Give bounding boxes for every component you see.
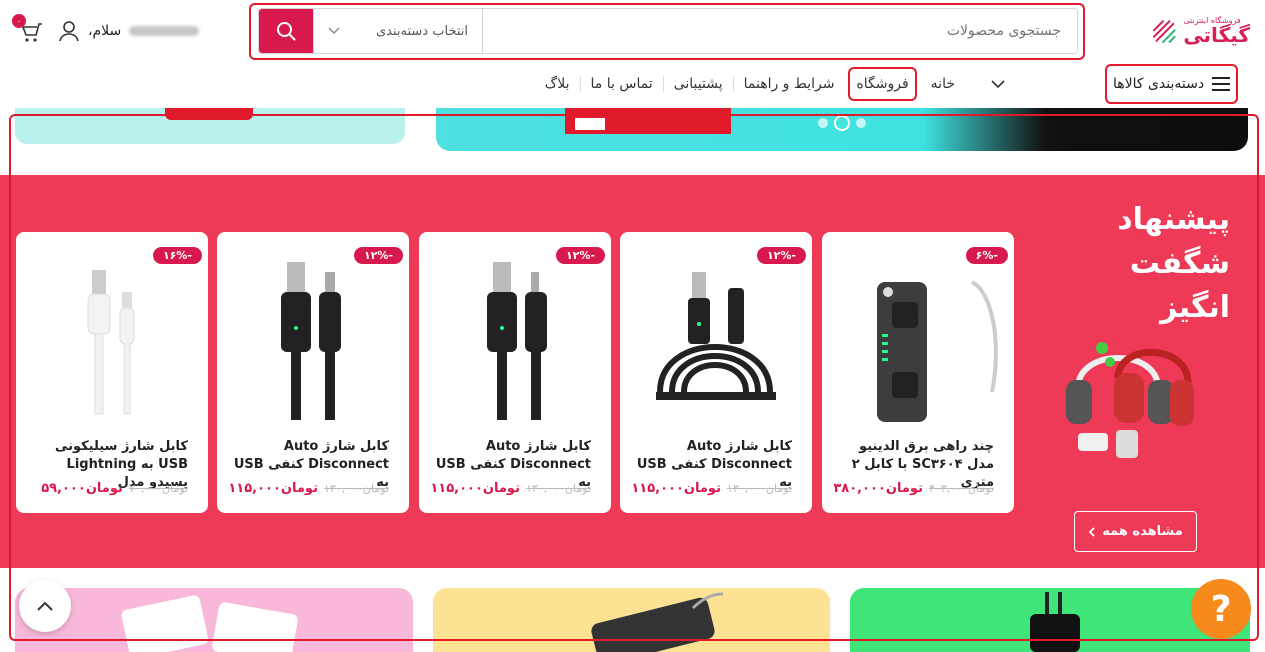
category-select-label: انتخاب دسته‌بندی: [376, 23, 468, 39]
promo-banner-pink[interactable]: [15, 588, 413, 652]
promo-banner-yellow[interactable]: [433, 588, 830, 652]
power-strip-image: [877, 280, 998, 422]
slider-dot-active[interactable]: [834, 115, 850, 131]
new-price: تومان۱۱۵,۰۰۰: [631, 481, 721, 496]
question-icon: ?: [1210, 588, 1232, 630]
cable-image: [281, 262, 341, 420]
slider-dot[interactable]: [818, 118, 828, 128]
search-bar: انتخاب دسته‌بندی: [258, 8, 1078, 54]
search-button[interactable]: [259, 9, 313, 53]
amazing-title-line: شگفت: [1129, 246, 1230, 281]
slider-dot[interactable]: [856, 118, 866, 128]
product-card[interactable]: -۱۲% کابل شارژ Auto Disconnect کنفی USB …: [620, 232, 812, 513]
chevron-up-icon: [37, 601, 53, 611]
menu-icon: [1212, 77, 1231, 91]
nav-shop[interactable]: فروشگاه: [848, 67, 917, 101]
cable-image: [87, 270, 135, 415]
nav-home[interactable]: خانه: [921, 76, 965, 92]
nav-contact[interactable]: تماس با ما: [581, 76, 663, 92]
logo-icon: [1152, 20, 1176, 44]
nav-blog[interactable]: بلاگ: [535, 76, 580, 92]
categories-menu-button[interactable]: دسته‌بندی کالاها: [1105, 64, 1238, 104]
site-logo[interactable]: فروشگاه اینترنتی گیگاتی: [1150, 8, 1250, 54]
cable-image: [656, 272, 776, 400]
charger-image: [1030, 592, 1080, 652]
nav-divider: [579, 76, 581, 92]
cart-count-badge: ۰: [12, 14, 26, 28]
user-icon: [59, 21, 79, 42]
old-price: تومان۱۳۰,۰۰۰: [525, 482, 591, 495]
nav-support[interactable]: پشتیبانی: [664, 76, 733, 92]
product-price: تومان۷۰,۰۰۰ تومان۵۹,۰۰۰: [41, 481, 188, 496]
product-price: تومان۴۰۳,۰۰۰ تومان۳۸۰,۰۰۰: [833, 481, 994, 496]
category-select[interactable]: انتخاب دسته‌بندی: [313, 9, 483, 53]
new-price: تومان۱۱۵,۰۰۰: [430, 481, 520, 496]
product-price: تومان۱۳۰,۰۰۰ تومان۱۱۵,۰۰۰: [228, 481, 389, 496]
categories-label: دسته‌بندی کالاها: [1112, 76, 1205, 92]
cable-image: [487, 262, 547, 420]
product-price: تومان۱۳۰,۰۰۰ تومان۱۱۵,۰۰۰: [631, 481, 792, 496]
amazing-title-line: پیشنهاد: [1117, 202, 1230, 237]
old-price: تومان۱۳۰,۰۰۰: [323, 482, 389, 495]
amazing-offers-title: پیشنهاد شگفت انگیز: [1090, 198, 1230, 330]
chevron-left-icon: [1088, 526, 1095, 537]
new-price: تومان۵۹,۰۰۰: [41, 481, 123, 496]
cart-button[interactable]: ۰: [12, 14, 44, 44]
chevron-down-icon: [328, 27, 340, 34]
old-price: تومان۱۳۰,۰۰۰: [726, 482, 792, 495]
promo-banner-left-button: [165, 108, 253, 120]
headphones-illustration: [1066, 342, 1194, 458]
product-card[interactable]: -۱۲% کابل شارژ Auto Disconnect کنفی USB …: [419, 232, 611, 513]
see-all-label: مشاهده همه: [1102, 524, 1183, 539]
chevron-down-icon[interactable]: [988, 76, 1008, 92]
logo-name: گیگاتی: [1183, 23, 1250, 47]
promo-banner-green[interactable]: [850, 588, 1250, 652]
slider-cta-box: [575, 118, 605, 130]
product-price: تومان۱۳۰,۰۰۰ تومان۱۱۵,۰۰۰: [430, 481, 591, 496]
power-strip-image: [591, 592, 724, 652]
see-all-button[interactable]: مشاهده همه: [1074, 511, 1197, 552]
search-icon: [277, 22, 296, 41]
main-nav: خانه فروشگاه شرایط و راهنما پشتیبانی تما…: [535, 64, 965, 104]
nav-divider: [732, 76, 734, 92]
user-name-blurred: [129, 26, 200, 36]
old-price: تومان۷۰,۰۰۰: [128, 482, 188, 495]
help-button[interactable]: ?: [1191, 579, 1251, 639]
product-card[interactable]: -۱۲% کابل شارژ Auto Disconnect کنفی USB …: [217, 232, 409, 513]
user-account[interactable]: سلام،: [58, 18, 200, 44]
product-card[interactable]: -۶% چند راهی برق الدینیو مدل SC۳۶۰۴ با ک…: [822, 232, 1014, 513]
powerbank-image: [121, 595, 298, 652]
nav-divider: [662, 76, 664, 92]
product-card[interactable]: -۱۶% کابل شارژ سیلیکونی USB به Lightning…: [16, 232, 208, 513]
search-input[interactable]: [481, 9, 1077, 53]
nav-terms[interactable]: شرایط و راهنما: [734, 76, 845, 92]
new-price: تومان۳۸۰,۰۰۰: [833, 481, 923, 496]
old-price: تومان۴۰۳,۰۰۰: [928, 482, 994, 495]
scroll-to-top-button[interactable]: [19, 580, 71, 632]
greeting-text: سلام،: [88, 23, 122, 39]
new-price: تومان۱۱۵,۰۰۰: [228, 481, 318, 496]
